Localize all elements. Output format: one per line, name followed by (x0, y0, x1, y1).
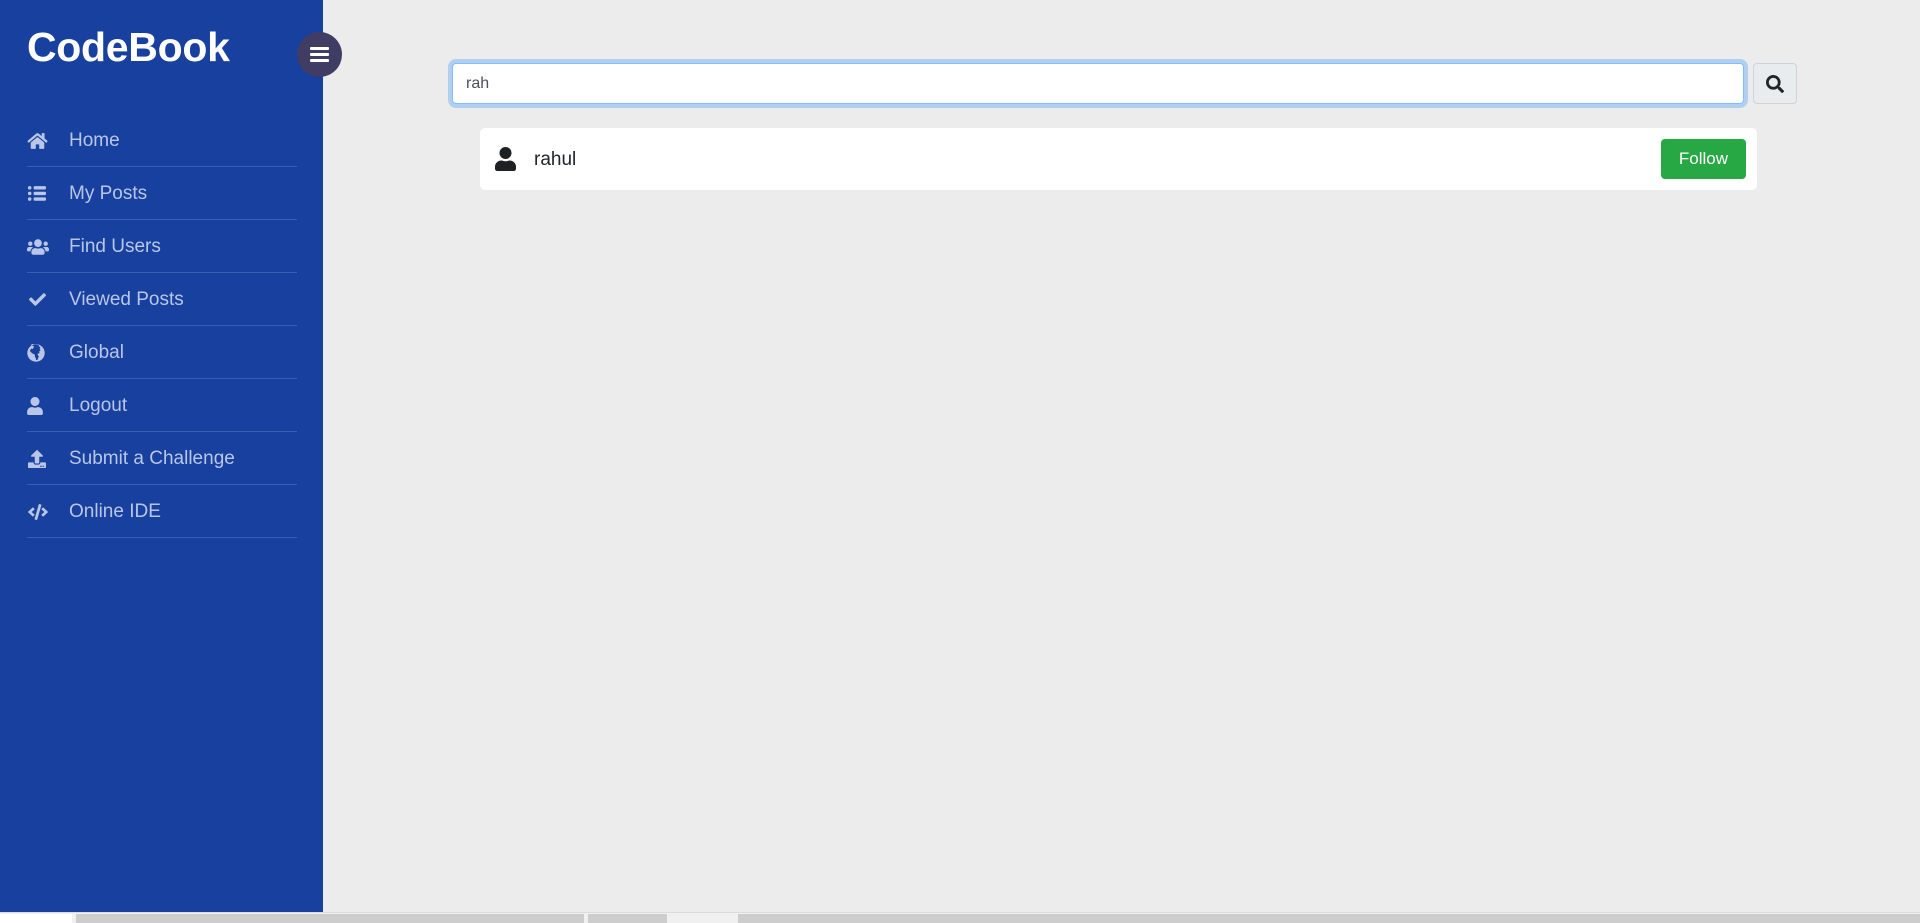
search-button[interactable] (1753, 63, 1797, 104)
sidebar-item-home[interactable]: Home (0, 114, 323, 167)
main-content: rahul Follow (323, 0, 1920, 923)
sidebar-toggle-button[interactable] (297, 32, 342, 77)
sidebar-item-label: Home (69, 130, 120, 151)
code-icon (27, 503, 53, 520)
hamburger-icon (310, 47, 329, 62)
scrollbar-segment[interactable] (0, 914, 72, 923)
sidebar-item-online-ide[interactable]: Online IDE (0, 485, 323, 538)
sidebar-item-global[interactable]: Global (0, 326, 323, 379)
horizontal-scrollbar[interactable] (0, 912, 1920, 923)
check-icon (27, 291, 53, 308)
brand-title: CodeBook (27, 24, 230, 70)
sidebar: CodeBook Home My Posts Find Users Viewed… (0, 0, 323, 923)
app-root: CodeBook Home My Posts Find Users Viewed… (0, 0, 1920, 923)
sidebar-item-submit-a-challenge[interactable]: Submit a Challenge (0, 432, 323, 485)
scrollbar-thumb[interactable] (76, 914, 584, 923)
sidebar-item-label: Find Users (69, 236, 161, 257)
sidebar-item-label: Logout (69, 395, 128, 416)
search-result-row[interactable]: rahul Follow (480, 128, 1757, 190)
sidebar-item-viewed-posts[interactable]: Viewed Posts (0, 273, 323, 326)
scrollbar-track[interactable] (738, 914, 1920, 923)
scrollbar-segment[interactable] (588, 914, 667, 923)
home-icon (27, 132, 53, 150)
user-icon (27, 396, 53, 415)
user-avatar-icon (494, 146, 517, 173)
sidebar-item-label: My Posts (69, 183, 148, 204)
search-icon (1766, 74, 1784, 93)
search-results-list: rahul Follow (480, 128, 1757, 190)
result-user: rahul (494, 146, 576, 173)
sidebar-item-my-posts[interactable]: My Posts (0, 167, 323, 220)
upload-icon (27, 449, 53, 468)
sidebar-nav: Home My Posts Find Users Viewed Posts Gl… (0, 114, 323, 538)
users-icon (27, 238, 53, 256)
sidebar-item-label: Viewed Posts (69, 289, 184, 310)
sidebar-item-find-users[interactable]: Find Users (0, 220, 323, 273)
sidebar-item-label: Online IDE (69, 501, 161, 522)
sidebar-item-label: Submit a Challenge (69, 448, 235, 469)
sidebar-item-label: Global (69, 342, 124, 363)
search-input[interactable] (452, 63, 1744, 104)
sidebar-item-logout[interactable]: Logout (0, 379, 323, 432)
globe-icon (27, 343, 53, 362)
list-icon (27, 185, 53, 203)
result-username: rahul (534, 148, 577, 170)
follow-button[interactable]: Follow (1660, 138, 1746, 180)
search-bar (452, 63, 1797, 104)
